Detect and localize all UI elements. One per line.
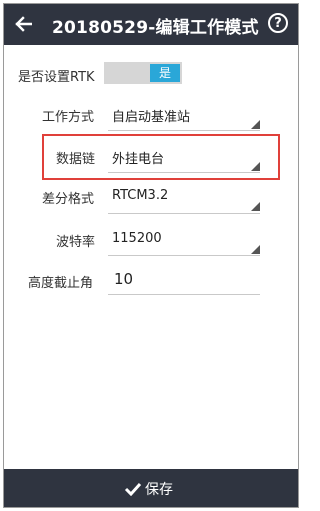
rtk-toggle-knob: 是 <box>150 64 180 82</box>
app-frame: 20180529-编辑工作模式 ? 是否设置RTK 是 工作方式 自启动基准站 … <box>3 3 299 508</box>
baud-rate-label: 波特率 <box>56 235 96 250</box>
cutoff-angle-label: 高度截止角 <box>28 276 94 291</box>
baud-rate-spinner[interactable]: 115200 <box>108 225 260 255</box>
data-link-spinner[interactable]: 外挂电台 <box>108 142 260 172</box>
page-title: 20180529-编辑工作模式 <box>52 18 259 38</box>
back-arrow-icon <box>15 16 32 32</box>
rtk-label: 是否设置RTK <box>18 70 95 85</box>
data-link-value: 外挂电台 <box>112 152 165 167</box>
diff-format-label: 差分格式 <box>42 192 95 207</box>
work-mode-value: 自启动基准站 <box>112 110 191 125</box>
baud-rate-dropdown-icon <box>251 245 260 254</box>
check-icon <box>124 482 142 497</box>
baud-rate-value: 115200 <box>112 231 162 246</box>
data-link-label: 数据链 <box>56 152 96 167</box>
work-mode-spinner[interactable]: 自启动基准站 <box>108 100 260 130</box>
help-circle-icon[interactable]: ? <box>268 13 288 33</box>
work-mode-label: 工作方式 <box>42 110 95 125</box>
diff-format-value: RTCM3.2 <box>112 188 169 203</box>
cutoff-angle-value: 10 <box>114 270 134 288</box>
diff-format-dropdown-icon <box>251 202 260 211</box>
cutoff-angle-input[interactable]: 10 <box>108 264 260 294</box>
cutoff-angle-underline <box>108 294 260 295</box>
back-button[interactable] <box>10 8 40 40</box>
save-label: 保存 <box>145 482 173 498</box>
baud-rate-underline <box>108 255 260 256</box>
save-button-content: 保存 <box>124 479 173 499</box>
data-link-underline <box>108 172 260 173</box>
data-link-dropdown-icon <box>251 162 260 171</box>
diff-format-spinner[interactable]: RTCM3.2 <box>108 182 260 212</box>
save-button[interactable]: 保存 <box>4 469 298 507</box>
diff-format-underline <box>108 213 260 214</box>
help-label: ? <box>274 16 282 31</box>
work-mode-underline <box>108 130 260 131</box>
work-mode-dropdown-icon <box>251 120 260 129</box>
rtk-toggle[interactable]: 是 <box>104 62 182 84</box>
title-bar: 20180529-编辑工作模式 ? <box>4 4 298 45</box>
